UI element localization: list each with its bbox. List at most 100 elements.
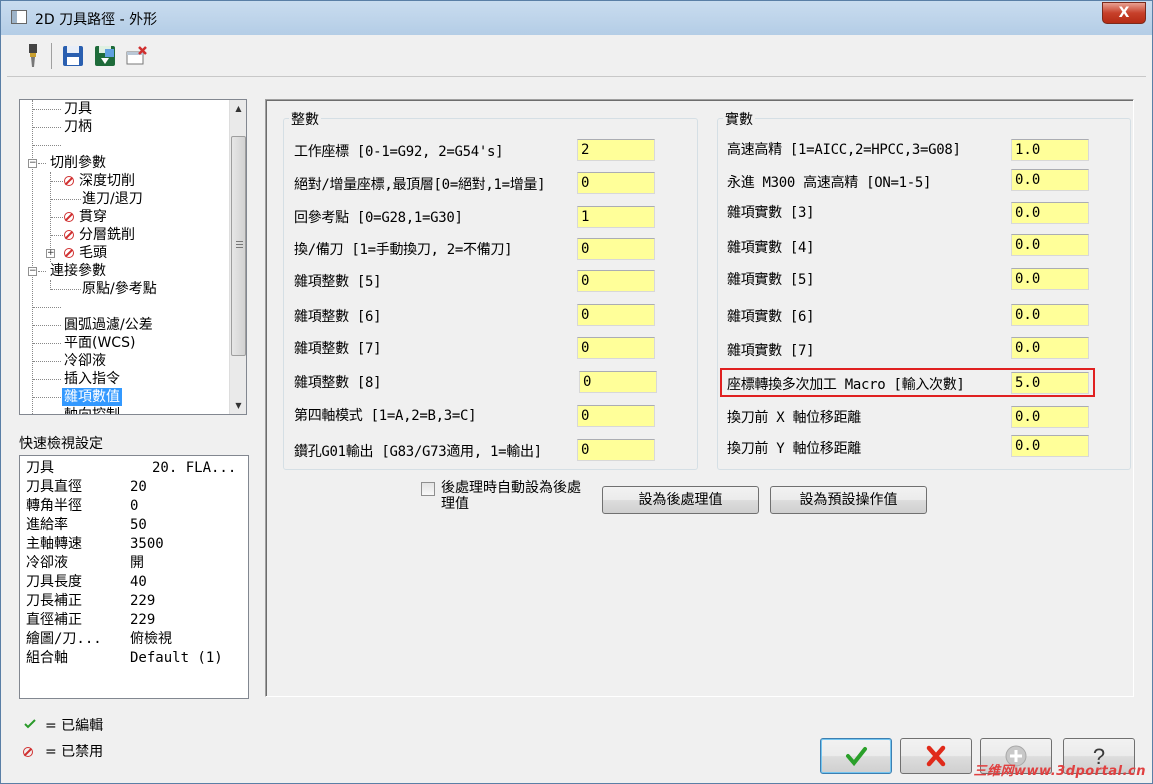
save-icon[interactable] [61, 43, 85, 69]
misc-int-6-input[interactable] [577, 304, 655, 326]
real-label-misc-5: 雜項實數 [5] [727, 272, 815, 288]
int-label-misc-6: 雜項整數 [6] [294, 309, 382, 325]
quick-view-row: 冷卻液開 [26, 555, 144, 571]
reals-title: 實數 [723, 109, 755, 129]
real-label-x-shift: 換刀前 X 軸位移距離 [727, 410, 861, 426]
disabled-icon [64, 248, 74, 258]
real-label-misc-7: 雜項實數 [7] [727, 343, 815, 359]
drill-g01-input[interactable] [577, 439, 655, 461]
cancel-button[interactable] [900, 738, 972, 774]
real-label-high-speed: 高速高精 [1=AICC,2=HPCC,3=G08] [727, 142, 961, 158]
scroll-up-icon[interactable]: ▲ [230, 100, 246, 117]
toolbar-separator [51, 43, 52, 69]
quick-view-row: 刀長補正 229 [26, 593, 156, 609]
ok-icon [846, 747, 867, 767]
quick-view-row: 轉角半徑 0 [26, 498, 139, 514]
quick-view-row: 進給率 50 [26, 517, 147, 533]
close-button[interactable]: X [1102, 2, 1146, 24]
misc-real-7-input[interactable] [1011, 337, 1089, 359]
quick-view-row: 刀具直徑 20 [26, 479, 147, 495]
tree-item-arc-filter[interactable]: 圓弧過濾/公差 [64, 316, 153, 334]
misc-real-3-input[interactable] [1011, 202, 1089, 224]
tree-item-holder[interactable]: 刀柄 [64, 118, 92, 136]
quick-view-row: 刀具長度 40 [26, 574, 147, 590]
int-label-misc-7: 雜項整數 [7] [294, 341, 382, 357]
delete-icon[interactable] [125, 43, 149, 69]
int-label-drill-g01: 鑽孔G01輸出 [G83/G73適用, 1=輸出] [294, 444, 542, 460]
tree-item-tabs[interactable]: 毛頭 [64, 244, 107, 262]
int-label-work-coord: 工作座標 [0-1=G92, 2=G54's] [294, 144, 504, 160]
int-label-ref-return: 回參考點 [0=G28,1=G30] [294, 210, 463, 226]
post-auto-label: 後處理時自動設為後處理值 [441, 480, 581, 512]
tree-item-axis-control[interactable]: 軸向控制 [64, 406, 120, 414]
toolbar [7, 35, 1146, 77]
tree-item-depth-cuts[interactable]: 深度切削 [64, 172, 135, 190]
tree-item-home-ref[interactable]: 原點/參考點 [82, 280, 157, 298]
m300-input[interactable] [1011, 169, 1089, 191]
tree-item-multi-passes[interactable]: 分層銑削 [64, 226, 135, 244]
expand-icon[interactable]: + [46, 249, 55, 258]
fourth-axis-input[interactable] [577, 405, 655, 427]
parameter-tree[interactable]: 刀具 刀柄 − 切削參數 深度切削 進刀/退刀 貫穿 分層銑削 + 毛頭 − 連… [19, 99, 247, 415]
quick-view-title: 快速檢視設定 [19, 436, 103, 452]
collapse-icon[interactable]: − [28, 267, 37, 276]
y-shift-input[interactable] [1011, 435, 1089, 457]
disabled-icon [64, 212, 74, 222]
real-label-m300: 永進 M300 高速高精 [ON=1-5] [727, 175, 932, 191]
post-auto-checkbox[interactable] [421, 482, 435, 496]
int-label-tool-change: 換/備刀 [1=手動換刀, 2=不備刀] [294, 242, 513, 258]
integers-title: 整數 [289, 109, 321, 129]
edited-check-icon [23, 718, 45, 734]
quick-view-panel: 刀具 20. FLA... 刀具直徑 20 轉角半徑 0 進給率 50 主軸轉速 3500… [19, 455, 249, 699]
abs-inc-input[interactable] [577, 172, 655, 194]
highlight-annotation [720, 368, 1095, 397]
x-shift-input[interactable] [1011, 406, 1089, 428]
misc-int-5-input[interactable] [577, 270, 655, 292]
set-post-values-button[interactable]: 設為後處理值 [602, 486, 759, 514]
int-label-misc-8: 雜項整數 [8] [294, 375, 382, 391]
quick-view-row: 組合軸 Default (1) [26, 650, 223, 666]
tree-item-coolant[interactable]: 冷卻液 [64, 352, 106, 370]
quick-view-row: 主軸轉速 3500 [26, 536, 164, 552]
legend-disabled: = 已禁用 [23, 741, 103, 761]
tool-icon[interactable] [21, 43, 45, 69]
work-coord-input[interactable] [577, 139, 655, 161]
tree-item-planes[interactable]: 平面(WCS) [64, 334, 135, 352]
disabled-icon [23, 744, 45, 760]
high-speed-input[interactable] [1011, 139, 1089, 161]
real-label-misc-3: 雜項實數 [3] [727, 205, 815, 221]
export-icon[interactable] [93, 43, 117, 69]
window-icon [11, 10, 27, 24]
collapse-icon[interactable]: − [28, 159, 37, 168]
misc-real-5-input[interactable] [1011, 268, 1089, 290]
window-title: 2D 刀具路徑 - 外形 [35, 12, 158, 28]
real-label-y-shift: 換刀前 Y 軸位移距離 [727, 441, 861, 457]
tree-item-cut-params[interactable]: 切削參數 [50, 154, 106, 172]
misc-int-7-input[interactable] [577, 337, 655, 359]
tree-item-tool[interactable]: 刀具 [64, 100, 92, 118]
ok-button[interactable] [820, 738, 892, 774]
tree-scrollbar[interactable]: ▲ ▼ [229, 100, 246, 414]
real-label-misc-4: 雜項實數 [4] [727, 240, 815, 256]
legend-edited: = 已編輯 [23, 715, 103, 735]
int-label-fourth-axis: 第四軸模式 [1=A,2=B,3=C] [294, 408, 477, 424]
misc-real-6-input[interactable] [1011, 304, 1089, 326]
tree-item-canned-text[interactable]: 插入指令 [64, 370, 120, 388]
disabled-icon [64, 230, 74, 240]
scroll-down-icon[interactable]: ▼ [230, 397, 246, 414]
scroll-thumb[interactable] [231, 136, 246, 356]
ref-return-input[interactable] [577, 206, 655, 228]
tree-item-linking-params[interactable]: 連接參數 [50, 262, 106, 280]
set-default-values-button[interactable]: 設為預設操作值 [770, 486, 927, 514]
real-label-misc-6: 雜項實數 [6] [727, 309, 815, 325]
dialog-window: 2D 刀具路徑 - 外形 X 刀具 刀柄 − 切削參數 深度切削 進刀/退刀 貫… [0, 0, 1153, 784]
tool-change-input[interactable] [577, 238, 655, 260]
tree-item-lead-in-out[interactable]: 進刀/退刀 [82, 190, 143, 208]
misc-real-4-input[interactable] [1011, 234, 1089, 256]
int-label-misc-5: 雜項整數 [5] [294, 274, 382, 290]
misc-int-8-input[interactable] [579, 371, 657, 393]
tree-item-misc-values[interactable]: 雜項數值 [62, 388, 122, 406]
int-label-abs-inc: 絕對/增量座標,最頂層[0=絕對,1=增量] [294, 177, 546, 193]
quick-view-row: 刀具 20. FLA... [26, 460, 237, 476]
tree-item-break-through[interactable]: 貫穿 [64, 208, 107, 226]
